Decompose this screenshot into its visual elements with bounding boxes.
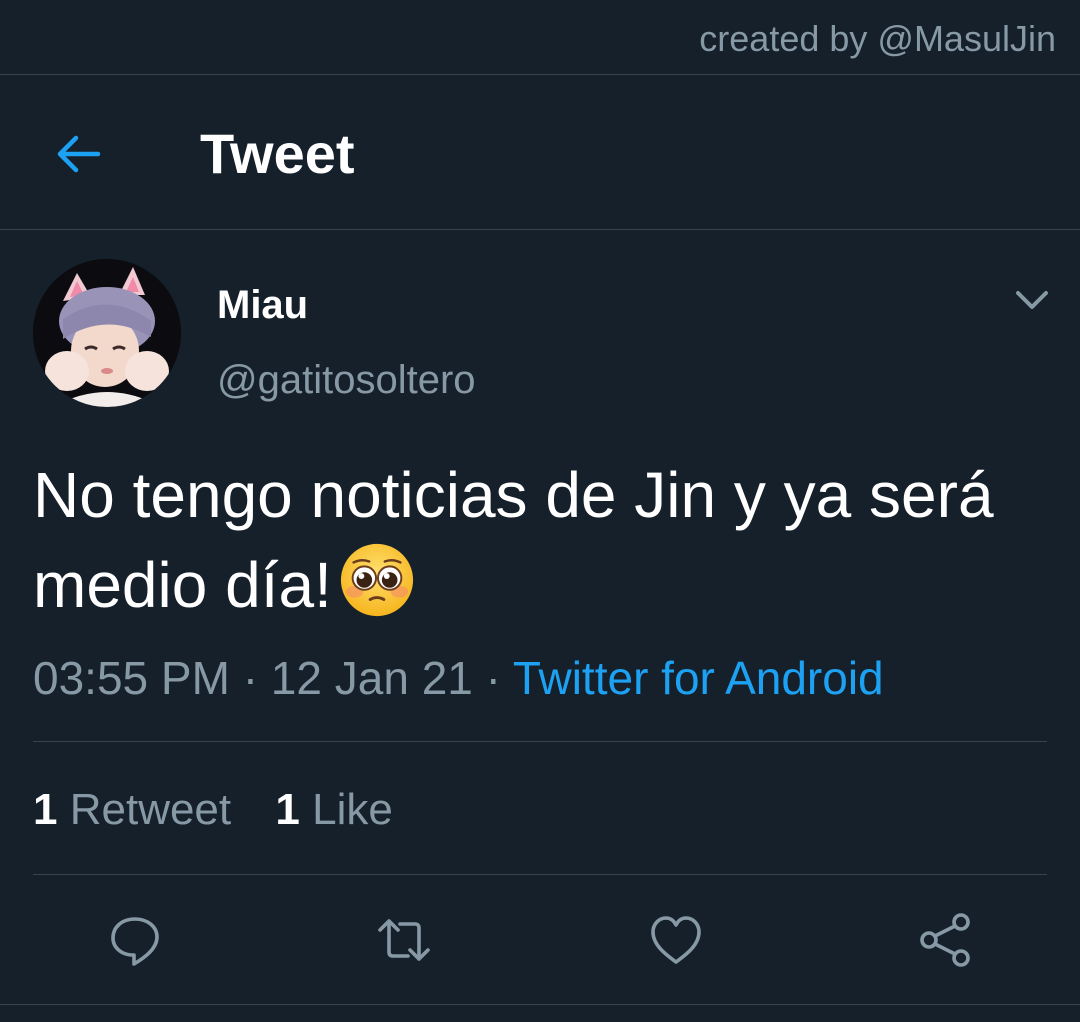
share-button[interactable]: [917, 912, 973, 968]
meta-separator: ·: [242, 652, 259, 704]
stats-divider: [33, 874, 1047, 875]
more-options-button[interactable]: [1012, 285, 1052, 315]
like-button[interactable]: [648, 912, 704, 968]
share-icon: [920, 913, 970, 967]
user-handle[interactable]: @gatitosoltero: [217, 355, 476, 405]
retweets-stat[interactable]: 1 Retweet: [33, 783, 231, 837]
bottom-divider: [0, 1004, 1080, 1005]
pleading-face-emoji-icon: [340, 543, 413, 617]
reply-bubble-icon: [111, 917, 159, 966]
avatar[interactable]: [33, 259, 181, 407]
tweet-time: 03:55 PM: [33, 652, 230, 704]
display-name[interactable]: Miau: [217, 280, 308, 330]
meta-separator: ·: [485, 652, 501, 704]
likes-stat[interactable]: 1 Like: [275, 783, 392, 837]
tweet-text: No tengo noticias de Jin y ya será medio…: [33, 450, 1033, 630]
likes-count: 1: [275, 785, 300, 834]
likes-label: Like: [312, 785, 393, 834]
retweet-button[interactable]: [376, 912, 432, 968]
chevron-down-icon: [1016, 291, 1048, 309]
heart-icon: [651, 916, 701, 964]
tweet-source-link[interactable]: Twitter for Android: [513, 652, 884, 704]
tweet-meta: 03:55 PM · 12 Jan 21 · Twitter for Andro…: [33, 650, 884, 706]
watermark-text: created by @MasulJin: [699, 18, 1056, 59]
retweets-label: Retweet: [69, 785, 232, 834]
arrow-left-icon: [57, 135, 101, 173]
header-divider: [0, 229, 1080, 230]
reply-button[interactable]: [107, 912, 163, 968]
page-title: Tweet: [200, 122, 355, 185]
meta-divider: [33, 741, 1047, 742]
tweet-text-content: No tengo noticias de Jin y ya será medio…: [33, 459, 994, 621]
avatar-image: [33, 259, 181, 407]
retweets-count: 1: [33, 785, 58, 834]
tweet-stats: 1 Retweet 1 Like: [33, 783, 393, 837]
back-button[interactable]: [50, 130, 106, 178]
top-divider: [0, 74, 1080, 75]
tweet-date: 12 Jan 21: [270, 652, 473, 704]
retweet-icon: [378, 919, 430, 961]
